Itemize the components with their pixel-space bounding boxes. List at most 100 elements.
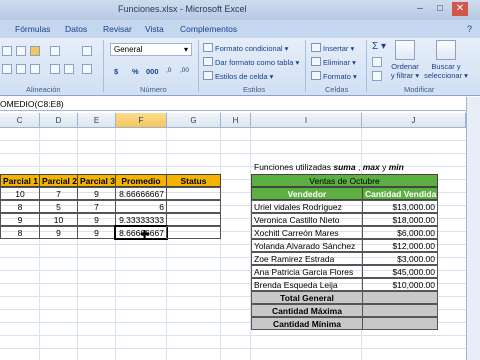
sort-filter-button[interactable]: Ordenar y filtrar ▾: [388, 40, 422, 80]
cell-cantidad[interactable]: $3,000.00: [362, 252, 438, 265]
cantidad-maxima-value[interactable]: [362, 304, 438, 317]
number-format-select[interactable]: General ▾: [110, 43, 192, 56]
grid-line: [220, 128, 221, 360]
align-top-icon[interactable]: [2, 46, 12, 56]
column-header-c[interactable]: C: [0, 113, 40, 128]
format-button[interactable]: Formato ▾: [311, 71, 357, 81]
header-status[interactable]: Status: [166, 174, 221, 187]
decrease-decimal-button[interactable]: ,00: [180, 67, 189, 74]
cell-vendedor[interactable]: Xochitl Carreón Mares: [251, 226, 363, 239]
sales-title[interactable]: Ventas de Octubre: [251, 174, 438, 187]
cell-parcial-2[interactable]: 7: [39, 187, 78, 200]
header-parcial-2[interactable]: Parcial 2: [39, 174, 78, 187]
cell-parcial-3[interactable]: 9: [77, 226, 116, 239]
tab-revisar[interactable]: Revisar: [103, 24, 132, 34]
percent-button[interactable]: %: [132, 67, 139, 76]
column-header-d[interactable]: D: [40, 113, 78, 128]
cell-cantidad[interactable]: $13,000.00: [362, 200, 438, 213]
header-cantidad-vendida[interactable]: Cantidad Vendida: [362, 187, 438, 200]
autosum-button[interactable]: Σ ▾: [372, 41, 386, 52]
cell-vendedor[interactable]: Veronica Castillo Nieto: [251, 213, 363, 226]
cell-promedio[interactable]: 8.66666667: [115, 187, 167, 200]
header-parcial-1[interactable]: Parcial 1: [0, 174, 40, 187]
align-bottom-icon[interactable]: [30, 46, 40, 56]
column-header-g[interactable]: G: [167, 113, 221, 128]
find-select-button[interactable]: Buscar y seleccionar ▾: [424, 40, 468, 80]
grid-line: [115, 128, 116, 360]
cell-status[interactable]: [166, 200, 221, 213]
delete-button[interactable]: Eliminar ▾: [311, 57, 356, 67]
tab-datos[interactable]: Datos: [65, 24, 87, 34]
maximize-button[interactable]: □: [432, 2, 448, 16]
thousands-button[interactable]: 000: [146, 67, 159, 76]
cell-vendedor[interactable]: Zoe Ramirez Estrada: [251, 252, 363, 265]
wrap-text-icon[interactable]: [82, 46, 92, 56]
cell-cantidad[interactable]: $10,000.00: [362, 278, 438, 291]
indent-increase-icon[interactable]: [64, 64, 74, 74]
total-general-label[interactable]: Total General: [251, 291, 363, 304]
tab-formulas[interactable]: Fórmulas: [15, 24, 50, 34]
tab-vista[interactable]: Vista: [145, 24, 164, 34]
cell-parcial-1[interactable]: 9: [0, 213, 40, 226]
minimize-button[interactable]: –: [412, 2, 428, 16]
column-header-f[interactable]: F: [116, 113, 167, 128]
clear-icon[interactable]: [372, 71, 382, 81]
align-left-icon[interactable]: [2, 64, 12, 74]
insert-button[interactable]: Insertar ▾: [311, 43, 354, 53]
align-right-icon[interactable]: [30, 64, 40, 74]
column-header-h[interactable]: H: [221, 113, 251, 128]
cell-parcial-3[interactable]: 9: [77, 213, 116, 226]
cantidad-maxima-label[interactable]: Cantidad Máxima: [251, 304, 363, 317]
cell-parcial-1[interactable]: 10: [0, 187, 40, 200]
close-button[interactable]: ✕: [452, 2, 468, 16]
cell-vendedor[interactable]: Yolanda Alvarado Sánchez: [251, 239, 363, 252]
align-center-icon[interactable]: [16, 64, 26, 74]
cell-cantidad[interactable]: $45,000.00: [362, 265, 438, 278]
cell-parcial-3[interactable]: 7: [77, 200, 116, 213]
cell-vendedor[interactable]: Uriel vidales Rodríguez: [251, 200, 363, 213]
cell-parcial-3[interactable]: 9: [77, 187, 116, 200]
cell-parcial-2[interactable]: 10: [39, 213, 78, 226]
cell-styles-button[interactable]: Estilos de celda ▾: [203, 71, 273, 81]
cell-parcial-1[interactable]: 8: [0, 200, 40, 213]
header-promedio[interactable]: Promedio: [115, 174, 167, 187]
cell-promedio[interactable]: 9.33333333: [115, 213, 167, 226]
header-parcial-3[interactable]: Parcial 3: [77, 174, 116, 187]
conditional-format-button[interactable]: Formato condicional ▾: [203, 43, 288, 53]
cell-vendedor[interactable]: Ana Patricia Garcia Flores: [251, 265, 363, 278]
currency-button[interactable]: $: [114, 67, 118, 76]
column-header-j[interactable]: J: [362, 113, 466, 128]
header-vendedor[interactable]: Vendedor: [251, 187, 363, 200]
column-header-e[interactable]: E: [78, 113, 116, 128]
align-middle-icon[interactable]: [16, 46, 26, 56]
cell-cantidad[interactable]: $12,000.00: [362, 239, 438, 252]
table-icon: [203, 57, 213, 66]
orientation-icon[interactable]: [50, 46, 60, 56]
cell-status[interactable]: [166, 213, 221, 226]
total-general-value[interactable]: [362, 291, 438, 304]
increase-decimal-button[interactable]: ,0: [166, 67, 171, 74]
cell-promedio[interactable]: 6: [115, 200, 167, 213]
title-bar: Funciones.xlsx - Microsoft Excel – □ ✕: [0, 0, 480, 20]
cell-cantidad[interactable]: $6,000.00: [362, 226, 438, 239]
vertical-scrollbar[interactable]: [466, 97, 480, 360]
cell-status[interactable]: [166, 187, 221, 200]
fill-icon[interactable]: [372, 57, 382, 67]
cell-parcial-1[interactable]: 8: [0, 226, 40, 239]
formula-bar[interactable]: OMEDIO(C8:E8): [0, 97, 480, 111]
indent-decrease-icon[interactable]: [50, 64, 60, 74]
binoculars-icon: [436, 40, 456, 60]
cell-status[interactable]: [166, 226, 221, 239]
cantidad-minima-value[interactable]: [362, 317, 438, 330]
cell-vendedor[interactable]: Brenda Esqueda Leija: [251, 278, 363, 291]
cell-cantidad[interactable]: $18,000.00: [362, 213, 438, 226]
cell-parcial-2[interactable]: 9: [39, 226, 78, 239]
cell-parcial-2[interactable]: 5: [39, 200, 78, 213]
format-label: Formato ▾: [323, 72, 357, 81]
cantidad-minima-label[interactable]: Cantidad Mínima: [251, 317, 363, 330]
help-icon[interactable]: ?: [467, 24, 472, 34]
format-as-table-button[interactable]: Dar formato como tabla ▾: [203, 57, 299, 67]
merge-center-icon[interactable]: [82, 64, 92, 74]
tab-complementos[interactable]: Complementos: [180, 24, 237, 34]
column-header-i[interactable]: I: [251, 113, 362, 128]
